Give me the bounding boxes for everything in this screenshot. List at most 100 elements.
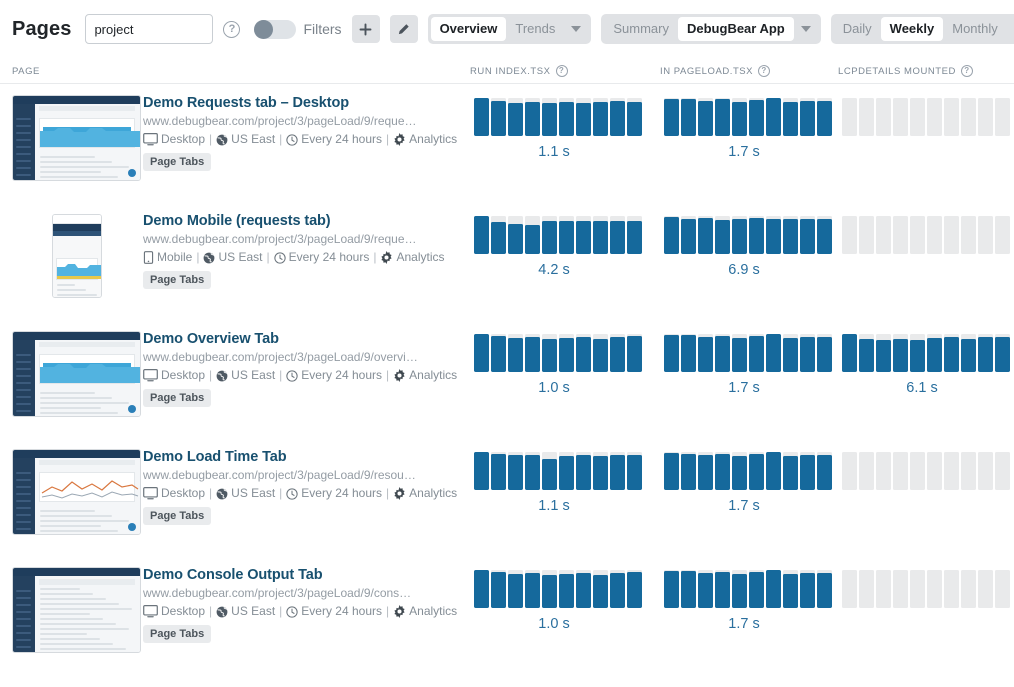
metric-bar[interactable]	[876, 98, 891, 136]
metric-bar[interactable]	[893, 98, 908, 136]
metric-bar-chart[interactable]	[470, 216, 660, 254]
metric-bar[interactable]	[610, 452, 625, 490]
metric-bar[interactable]	[978, 98, 993, 136]
metric-bar-chart[interactable]	[838, 216, 1014, 254]
metric-cell[interactable]	[838, 95, 1014, 144]
metric-cell[interactable]: 1.1 s	[470, 95, 660, 160]
metric-bar[interactable]	[766, 98, 781, 136]
metric-bar[interactable]	[715, 216, 730, 254]
edit-button[interactable]	[389, 15, 418, 43]
metric-bar-chart[interactable]	[838, 570, 1014, 608]
help-icon[interactable]: ?	[555, 65, 568, 77]
metric-cell[interactable]	[838, 449, 1014, 498]
metric-bar[interactable]	[766, 452, 781, 490]
page-title-link[interactable]: Demo Overview Tab	[143, 331, 460, 347]
view-mode-segmented[interactable]: Overview Trends	[427, 14, 592, 44]
metric-cell[interactable]	[838, 213, 1014, 262]
metric-bar[interactable]	[842, 216, 857, 254]
metric-cell[interactable]: 6.9 s	[660, 213, 838, 278]
metric-bar[interactable]	[664, 334, 679, 372]
metric-bar[interactable]	[542, 570, 557, 608]
metric-bar[interactable]	[927, 334, 942, 372]
metric-bar[interactable]	[627, 452, 642, 490]
metric-bar[interactable]	[910, 334, 925, 372]
metric-bar[interactable]	[783, 570, 798, 608]
metric-bar[interactable]	[681, 98, 696, 136]
metric-bar[interactable]	[766, 570, 781, 608]
metric-bar[interactable]	[800, 98, 815, 136]
metric-bar[interactable]	[715, 98, 730, 136]
metric-bar[interactable]	[542, 452, 557, 490]
metric-bar-chart[interactable]	[660, 334, 838, 372]
metric-bar[interactable]	[800, 570, 815, 608]
filters-toggle[interactable]	[254, 19, 297, 39]
metric-bar[interactable]	[525, 98, 540, 136]
metric-bar[interactable]	[576, 334, 591, 372]
metric-bar-chart[interactable]	[660, 98, 838, 136]
metric-bar[interactable]	[978, 570, 993, 608]
metric-bar[interactable]	[664, 452, 679, 490]
metric-bar[interactable]	[681, 216, 696, 254]
metric-bar[interactable]	[559, 570, 574, 608]
metric-bar[interactable]	[927, 216, 942, 254]
metric-bar[interactable]	[944, 570, 959, 608]
metric-bar[interactable]	[995, 98, 1010, 136]
metric-bar[interactable]	[525, 216, 540, 254]
metric-bar[interactable]	[749, 98, 764, 136]
table-row[interactable]: Demo Requests tab – Desktop www.debugbear…	[0, 84, 1014, 202]
metric-bar[interactable]	[508, 452, 523, 490]
metric-bar[interactable]	[783, 334, 798, 372]
metric-bar[interactable]	[508, 334, 523, 372]
table-row[interactable]: Demo Overview Tab www.debugbear.com/proje…	[0, 320, 1014, 438]
metric-bar[interactable]	[732, 216, 747, 254]
metric-bar[interactable]	[893, 334, 908, 372]
metric-bar[interactable]	[817, 570, 832, 608]
metric-cell[interactable]: 1.0 s	[470, 331, 660, 396]
metric-bar[interactable]	[817, 334, 832, 372]
metric-bar[interactable]	[859, 452, 874, 490]
view-mode-dropdown[interactable]	[564, 17, 588, 41]
metric-bar[interactable]	[978, 452, 993, 490]
metric-bar[interactable]	[508, 216, 523, 254]
metric-bar[interactable]	[732, 570, 747, 608]
metric-cell[interactable]: 1.0 s	[470, 567, 660, 632]
metric-bar-chart[interactable]	[660, 570, 838, 608]
metric-bar[interactable]	[664, 570, 679, 608]
metric-bar[interactable]	[559, 98, 574, 136]
metric-bar[interactable]	[995, 334, 1010, 372]
metric-bar[interactable]	[978, 216, 993, 254]
metric-bar[interactable]	[893, 216, 908, 254]
table-row[interactable]: Demo Console Output Tab www.debugbear.com…	[0, 556, 1014, 674]
summary-dropdown[interactable]	[794, 17, 818, 41]
metric-bar[interactable]	[876, 216, 891, 254]
tab-monthly[interactable]: Monthly	[943, 17, 1007, 41]
metric-bar[interactable]	[681, 452, 696, 490]
tab-debugbear-app[interactable]: DebugBear App	[678, 17, 794, 41]
metric-bar[interactable]	[576, 452, 591, 490]
metric-bar[interactable]	[491, 570, 506, 608]
search-input[interactable]	[85, 14, 214, 44]
table-row[interactable]: Demo Mobile (requests tab) www.debugbear.…	[0, 202, 1014, 320]
metric-bar[interactable]	[559, 452, 574, 490]
metric-bar[interactable]	[893, 570, 908, 608]
metric-bar[interactable]	[610, 216, 625, 254]
period-segmented[interactable]: Daily Weekly Monthly	[830, 14, 1014, 44]
metric-bar[interactable]	[698, 570, 713, 608]
metric-bar[interactable]	[944, 334, 959, 372]
metric-bar[interactable]	[664, 216, 679, 254]
page-title-link[interactable]: Demo Requests tab – Desktop	[143, 95, 460, 111]
tab-overview[interactable]: Overview	[430, 17, 507, 41]
metric-bar[interactable]	[859, 216, 874, 254]
metric-bar[interactable]	[593, 98, 608, 136]
metric-bar[interactable]	[842, 98, 857, 136]
metric-bar[interactable]	[995, 452, 1010, 490]
metric-bar[interactable]	[817, 452, 832, 490]
metric-bar[interactable]	[766, 216, 781, 254]
metric-bar[interactable]	[474, 216, 489, 254]
metric-bar-chart[interactable]	[660, 216, 838, 254]
metric-bar[interactable]	[576, 570, 591, 608]
metric-bar[interactable]	[766, 334, 781, 372]
metric-bar[interactable]	[910, 452, 925, 490]
metric-bar[interactable]	[800, 452, 815, 490]
metric-bar[interactable]	[800, 334, 815, 372]
